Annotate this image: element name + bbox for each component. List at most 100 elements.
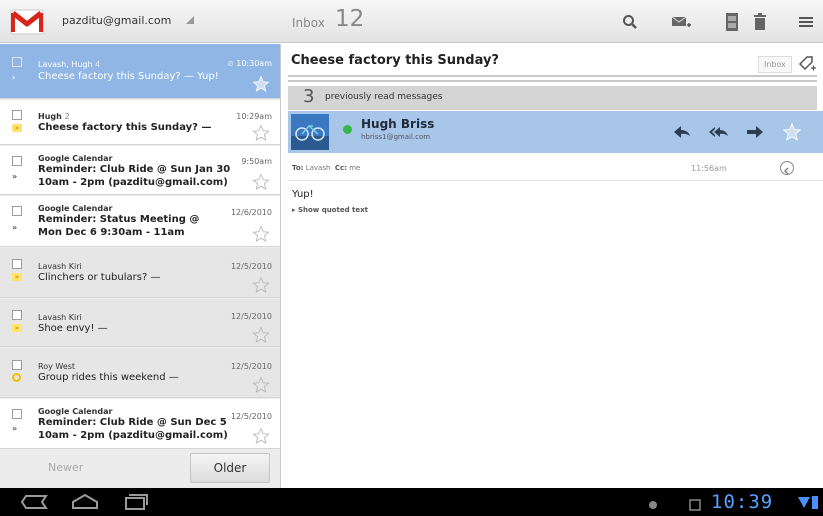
message-time: 10:29am [236, 112, 272, 121]
status-clock[interactable]: 10:39 [711, 491, 773, 513]
previously-read-bar[interactable]: 3 previously read messages [288, 86, 817, 110]
usb-debug-icon[interactable] [647, 496, 659, 509]
compose-icon[interactable] [667, 8, 695, 36]
archive-icon[interactable] [718, 8, 746, 36]
conversation-subject: Cheese factory this Sunday? [291, 53, 499, 68]
message-subject: Shoe envy! — [38, 323, 108, 334]
message-sender: Hugh 2 [38, 112, 70, 121]
message-subject: Cheese factory this Sunday? — Yup! [38, 71, 219, 82]
list-item[interactable]: » Hugh 2 Cheese factory this Sunday? — 1… [0, 100, 280, 145]
message-time: 12/5/2010 [230, 362, 272, 371]
gmail-logo-icon [8, 6, 48, 37]
pager: Newer Older [0, 449, 280, 487]
message-time: 12/6/2010 [230, 208, 272, 217]
message-subject: Reminder: Club Ride @ Sun Jan 30 10am - 2… [38, 164, 231, 188]
message-sender: Google Calendar [38, 204, 113, 213]
battery-icon [812, 494, 818, 509]
recent-apps-icon[interactable] [118, 492, 152, 512]
reply-all-icon[interactable] [708, 122, 730, 142]
avatar [291, 114, 329, 150]
list-item[interactable]: › Lavash, Hugh 4 Cheese factory this Sun… [0, 44, 280, 99]
message-body: Yup! [292, 189, 314, 200]
divider [288, 80, 817, 82]
select-checkbox[interactable] [12, 360, 22, 370]
message-timestamp: 11:56am [691, 164, 727, 173]
star-icon[interactable] [252, 376, 270, 394]
star-icon[interactable] [252, 225, 270, 243]
account-dropdown-icon[interactable] [186, 16, 194, 24]
list-item[interactable]: » Google Calendar Reminder: Club Ride @ … [0, 146, 280, 195]
list-item[interactable]: » Lavash Kiri Clinchers or tubulars? — 1… [0, 248, 280, 298]
message-header[interactable]: Hugh Briss hbriss1@gmail.com [288, 111, 823, 153]
presence-status-icon [343, 125, 352, 134]
menu-icon[interactable] [792, 8, 820, 36]
message-subject: Group rides this weekend — [38, 372, 179, 383]
search-icon[interactable] [616, 8, 644, 36]
list-item[interactable]: » Google Calendar Reminder: Status Meeti… [0, 196, 280, 247]
list-item[interactable]: › Roy West Group rides this weekend — 12… [0, 348, 280, 398]
star-icon[interactable] [782, 122, 804, 142]
importance-marker-icon: › [12, 73, 16, 82]
message-time: 9:50am [241, 157, 272, 166]
message-time: ⊘ 10:30am [227, 59, 272, 68]
importance-marker-icon: » [12, 424, 18, 433]
star-icon[interactable] [252, 173, 270, 191]
importance-marker-icon: » [12, 223, 18, 232]
importance-marker-icon: » [12, 172, 18, 181]
importance-marker-icon: » [12, 124, 22, 132]
select-checkbox[interactable] [12, 206, 22, 216]
add-label-icon[interactable] [797, 54, 817, 74]
account-email[interactable]: pazditu@gmail.com [62, 14, 171, 27]
divider [288, 180, 823, 181]
message-sender: Google Calendar [38, 154, 113, 163]
message-subject: Cheese factory this Sunday? — [38, 122, 212, 133]
forward-icon[interactable] [744, 122, 766, 142]
label-chip[interactable]: Inbox [758, 56, 792, 73]
select-checkbox[interactable] [12, 57, 22, 67]
details-toggle-icon[interactable] [780, 161, 794, 175]
message-sender: Lavash Kiri [38, 313, 82, 322]
screenshot-notification-icon[interactable] [689, 496, 701, 511]
attachment-icon: ⊘ [227, 59, 234, 68]
select-checkbox[interactable] [12, 259, 22, 269]
message-time: 12/5/2010 [230, 312, 272, 321]
home-icon[interactable] [68, 492, 102, 512]
message-subject: Clinchers or tubulars? — [38, 272, 161, 283]
folder-unread-count: 12 [335, 6, 365, 32]
delete-icon[interactable] [746, 8, 774, 36]
message-time: 12/5/2010 [230, 262, 272, 271]
reply-icon[interactable] [671, 122, 693, 142]
sender-name: Hugh Briss [361, 117, 435, 131]
message-sender: Lavash, Hugh 4 [38, 60, 101, 69]
select-checkbox[interactable] [12, 409, 22, 419]
star-icon[interactable] [252, 75, 270, 93]
star-icon[interactable] [252, 326, 270, 344]
older-button[interactable]: Older [190, 453, 270, 483]
importance-marker-icon: » [12, 324, 22, 332]
message-time: 12/5/2010 [230, 412, 272, 421]
star-icon[interactable] [252, 427, 270, 445]
importance-marker-icon: » [12, 273, 22, 281]
folder-name: Inbox [292, 16, 325, 30]
recipients-line: To: Lavash Cc: me [292, 164, 361, 172]
message-subject: Reminder: Status Meeting @ Mon Dec 6 9:30… [38, 214, 200, 238]
sender-email: hbriss1@gmail.com [361, 133, 431, 141]
star-icon[interactable] [252, 276, 270, 294]
list-item[interactable]: » Google Calendar Reminder: Club Ride @ … [0, 399, 280, 449]
signal-strength-icon [798, 494, 810, 508]
select-checkbox[interactable] [12, 110, 22, 120]
list-item[interactable]: » Lavash Kiri Shoe envy! — 12/5/2010 [0, 299, 280, 347]
show-quoted-text-link[interactable]: ▸ Show quoted text [292, 206, 368, 214]
star-icon[interactable] [252, 124, 270, 142]
select-checkbox[interactable] [12, 310, 22, 320]
select-checkbox[interactable] [12, 156, 22, 166]
message-list: › Lavash, Hugh 4 Cheese factory this Sun… [0, 44, 281, 488]
system-bar: 10:39 [0, 488, 823, 516]
previously-read-label: previously read messages [325, 92, 443, 102]
action-bar: pazditu@gmail.com Inbox 12 [0, 0, 823, 43]
message-subject: Reminder: Club Ride @ Sun Dec 5 10am - 2p… [38, 417, 228, 441]
previously-read-count: 3 [303, 86, 315, 107]
back-icon[interactable] [18, 492, 52, 512]
importance-marker-icon: › [12, 373, 21, 382]
newer-button[interactable]: Newer [10, 453, 115, 481]
